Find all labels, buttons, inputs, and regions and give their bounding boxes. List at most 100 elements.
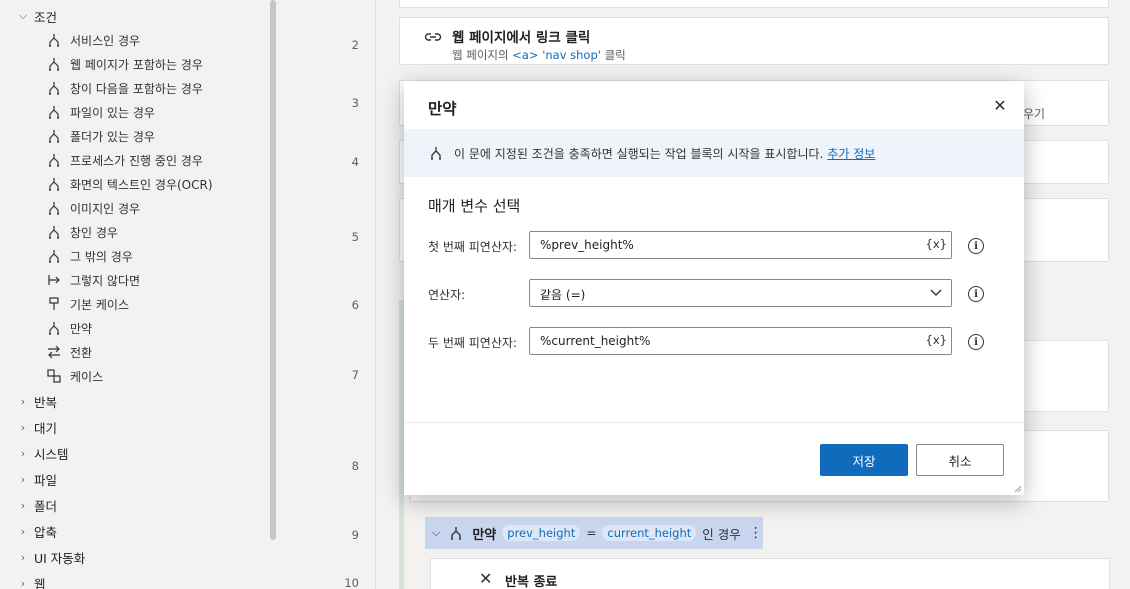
- sidebar-action-item[interactable]: 웹 페이지가 포함하는 경우: [0, 52, 268, 76]
- sidebar-group[interactable]: › 웹: [0, 571, 268, 589]
- info-text: 이 문에 지정된 조건을 충족하면 실행되는 작업 블록의 시작을 표시합니다.: [454, 146, 824, 161]
- cancel-button[interactable]: 취소: [916, 444, 1004, 476]
- action-label: 파일이 있는 경우: [70, 105, 155, 120]
- sidebar-group[interactable]: › 시스템: [0, 441, 268, 465]
- step-card-1[interactable]: [399, 0, 1109, 8]
- operator-select[interactable]: 같음 (=): [529, 279, 952, 307]
- second-operand-label: 두 번째 피연산자:: [428, 336, 517, 350]
- chevron-right-icon: ›: [20, 550, 26, 564]
- more-options-icon[interactable]: ⋮: [749, 525, 763, 541]
- info-circle-icon[interactable]: i: [968, 238, 984, 254]
- sidebar-group[interactable]: › 대기: [0, 415, 268, 439]
- case-icon: [45, 368, 63, 384]
- sidebar-action-item[interactable]: 전환: [0, 340, 268, 364]
- action-label: 웹 페이지가 포함하는 경우: [70, 57, 203, 72]
- line-number: 6: [351, 298, 359, 312]
- sidebar-action-item[interactable]: 폴더가 있는 경우: [0, 124, 268, 148]
- step-subtitle: 웹 페이지의 <a> 'nav shop' 클릭: [452, 48, 626, 62]
- sidebar-group[interactable]: › UI 자동화: [0, 545, 268, 569]
- group-condition[interactable]: ⌵ 조건: [0, 4, 268, 28]
- info-circle-icon[interactable]: i: [968, 286, 984, 302]
- sidebar-action-item[interactable]: 기본 케이스: [0, 292, 268, 316]
- branch-icon: [45, 248, 63, 264]
- if-block-header[interactable]: ⌵ 만약 prev_height = current_height 인 경우 ⋮: [425, 517, 763, 549]
- sidebar-group[interactable]: › 파일: [0, 467, 268, 491]
- sidebar-action-item[interactable]: 케이스: [0, 364, 268, 388]
- line-number-gutter: 2 3 4 5 6 7 8 9 10: [278, 0, 376, 589]
- divider: [404, 422, 1024, 423]
- first-operand-input[interactable]: %prev_height% {x}: [529, 231, 952, 259]
- line-number: 9: [351, 528, 359, 542]
- sidebar-action-item[interactable]: 서비스인 경우: [0, 28, 268, 52]
- save-button[interactable]: 저장: [820, 444, 908, 476]
- sidebar-action-item[interactable]: 만약: [0, 316, 268, 340]
- line-number: 3: [351, 96, 359, 110]
- branch-icon: [45, 32, 63, 48]
- second-operand-value: %current_height%: [540, 334, 651, 348]
- close-x-icon: ✕: [479, 569, 493, 588]
- branch-icon: [45, 56, 63, 72]
- sidebar-action-item[interactable]: 이미지인 경우: [0, 196, 268, 220]
- second-operand-input[interactable]: %current_height% {x}: [529, 327, 952, 355]
- first-operand-value: %prev_height%: [540, 238, 634, 252]
- variable-picker-icon[interactable]: {x}: [926, 333, 947, 347]
- action-label: 만약: [70, 321, 93, 336]
- chevron-right-icon: ›: [20, 576, 26, 589]
- branch-icon: [45, 176, 63, 192]
- chevron-right-icon: ›: [20, 394, 26, 408]
- branch-icon: [45, 152, 63, 168]
- more-info-link[interactable]: 추가 정보: [827, 145, 875, 162]
- chevron-right-icon: ›: [20, 498, 26, 512]
- if-title: 만약: [472, 527, 497, 543]
- info-circle-icon[interactable]: i: [968, 334, 984, 350]
- resize-grip-icon[interactable]: [1012, 483, 1022, 493]
- operator-value: 같음 (=): [540, 288, 586, 302]
- action-label: 창이 다음을 포함하는 경우: [70, 81, 203, 96]
- operator-text: =: [586, 526, 597, 540]
- step-card-end-loop[interactable]: ✕ 반복 종료: [430, 558, 1110, 589]
- chevron-down-icon[interactable]: ⌵: [432, 526, 440, 540]
- line-number: 7: [351, 368, 359, 382]
- line-number: 10: [344, 576, 359, 589]
- action-label: 프로세스가 진행 중인 경우: [70, 153, 203, 168]
- chevron-down-icon: ⌵: [18, 9, 28, 22]
- sidebar-group[interactable]: › 폴더: [0, 493, 268, 517]
- switch-arrows-icon: [45, 344, 63, 360]
- sidebar-group[interactable]: › 압축: [0, 519, 268, 543]
- group-label: 압축: [34, 524, 58, 540]
- branch-icon: [45, 128, 63, 144]
- close-icon[interactable]: ✕: [990, 95, 1010, 115]
- sidebar-action-item[interactable]: 그렇지 않다면: [0, 268, 268, 292]
- step-partial-text: 우기: [1023, 107, 1046, 121]
- group-label: 시스템: [34, 446, 69, 462]
- sidebar-action-item[interactable]: 창이 다음을 포함하는 경우: [0, 76, 268, 100]
- action-label: 창인 경우: [70, 225, 118, 240]
- default-case-icon: [45, 296, 63, 312]
- branch-icon: [448, 525, 464, 541]
- line-number: 4: [351, 155, 359, 169]
- branch-icon: [45, 200, 63, 216]
- chevron-right-icon: ›: [20, 446, 26, 460]
- branch-icon: [45, 104, 63, 120]
- sidebar-action-item[interactable]: 그 밖의 경우: [0, 244, 268, 268]
- action-label: 화면의 텍스트인 경우(OCR): [70, 177, 213, 192]
- variable-picker-icon[interactable]: {x}: [926, 237, 947, 251]
- sidebar-action-item[interactable]: 화면의 텍스트인 경우(OCR): [0, 172, 268, 196]
- line-number: 2: [351, 38, 359, 52]
- branch-icon: [45, 320, 63, 336]
- actions-sidebar: ⌵ 조건 서비스인 경우웹 페이지가 포함하는 경우창이 다음을 포함하는 경우…: [0, 0, 278, 589]
- sidebar-group[interactable]: › 반복: [0, 389, 268, 413]
- sidebar-action-item[interactable]: 창인 경우: [0, 220, 268, 244]
- sidebar-action-item[interactable]: 프로세스가 진행 중인 경우: [0, 148, 268, 172]
- action-label: 기본 케이스: [70, 297, 130, 312]
- if-dialog: 만약 ✕ 이 문에 지정된 조건을 충족하면 실행되는 작업 블록의 시작을 표…: [404, 81, 1024, 495]
- step-card-click-link[interactable]: 웹 페이지에서 링크 클릭 웹 페이지의 <a> 'nav shop' 클릭: [399, 17, 1109, 65]
- sidebar-action-item[interactable]: 파일이 있는 경우: [0, 100, 268, 124]
- action-label: 케이스: [70, 369, 104, 384]
- line-number: 5: [351, 230, 359, 244]
- variable-pill: prev_height: [502, 525, 581, 541]
- sidebar-scrollbar[interactable]: [270, 0, 276, 540]
- group-label: 대기: [34, 420, 58, 436]
- action-label: 이미지인 경우: [70, 201, 141, 216]
- link-icon: [424, 30, 442, 47]
